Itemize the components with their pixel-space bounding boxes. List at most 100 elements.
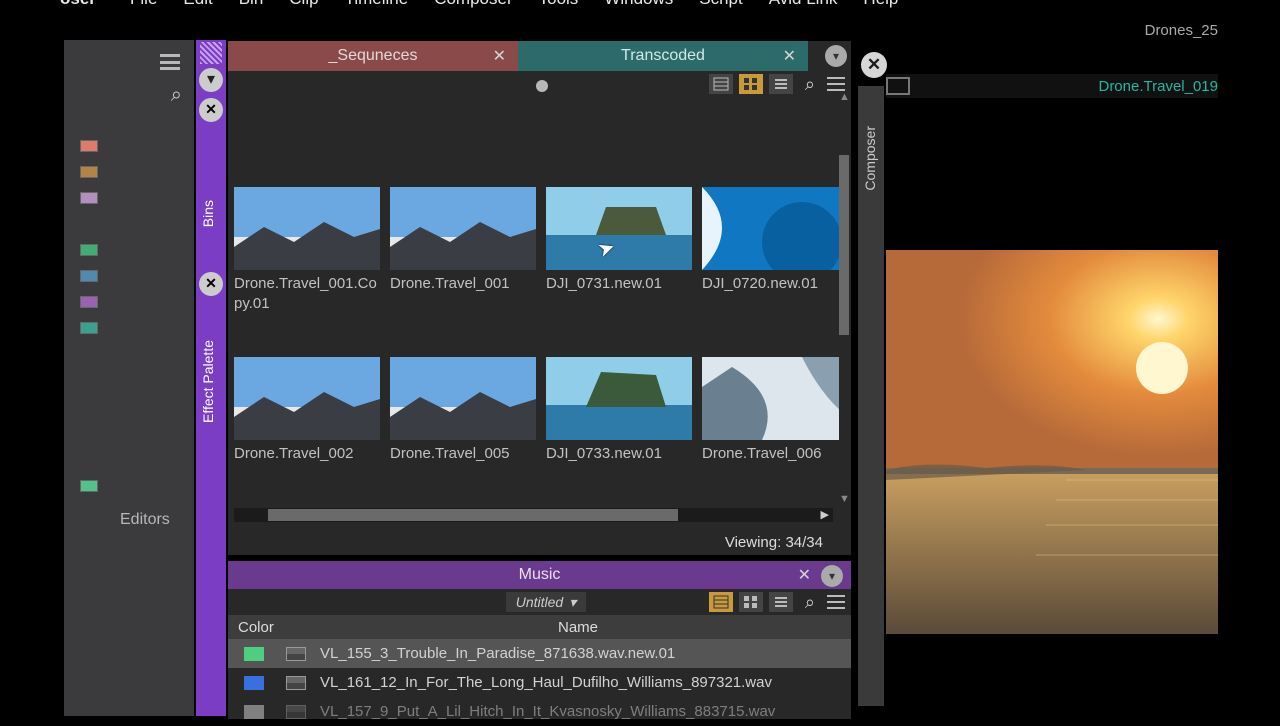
tab-label: _Sequneces	[329, 47, 418, 65]
viewer-header: Drone.Travel_019	[886, 74, 1218, 98]
viewer-clip-title[interactable]: Drone.Travel_019	[1098, 78, 1218, 95]
table-row[interactable]: VL_161_12_In_For_The_Long_Haul_Dufilho_W…	[228, 668, 851, 697]
search-icon[interactable]: ⌕	[171, 84, 182, 107]
color-swatch[interactable]	[244, 676, 264, 690]
hamburger-icon[interactable]	[827, 595, 845, 609]
menu-tools[interactable]: Tools	[539, 0, 579, 2]
menubar: oser File Edit Bin Clip Timeline Compose…	[0, 0, 1280, 14]
menu-windows[interactable]: Windows	[604, 0, 673, 2]
table-row[interactable]: VL_157_9_Put_A_Lil_Hitch_In_It_Kvasnosky…	[228, 697, 851, 726]
color-swatch[interactable]	[244, 705, 264, 719]
panel-title: Music	[519, 566, 561, 584]
chevron-down-icon[interactable]: ▾	[821, 565, 843, 587]
viewer-image	[886, 250, 1218, 634]
clip-label: Drone.Travel_006	[702, 440, 839, 464]
color-swatch[interactable]	[80, 270, 98, 282]
audio-clip-icon	[286, 676, 306, 690]
clip-item[interactable]: Drone.Travel_001.Copy.01	[234, 187, 384, 314]
scroll-down-icon[interactable]: ▼	[839, 493, 850, 505]
clip-item[interactable]: DJI_0733.new.01	[546, 357, 696, 464]
color-swatch[interactable]	[80, 192, 98, 204]
clip-label: DJI_0733.new.01	[546, 440, 696, 464]
music-title-bar[interactable]: Music ✕ ▾	[228, 561, 851, 589]
menu-file[interactable]: File	[130, 0, 157, 2]
clip-label: Drone.Travel_001.Copy.01	[234, 270, 384, 314]
clip-name: VL_161_12_In_For_The_Long_Haul_Dufilho_W…	[320, 674, 772, 691]
audio-clip-icon	[286, 647, 306, 661]
clip-label: Drone.Travel_001	[390, 270, 540, 294]
clip-item[interactable]: Drone.Travel_001	[390, 187, 540, 294]
scroll-up-icon[interactable]: ▲	[839, 91, 850, 103]
color-swatch[interactable]	[244, 647, 264, 661]
chevron-down-icon[interactable]: ▾	[825, 45, 847, 67]
hamburger-icon[interactable]	[827, 77, 845, 91]
dropdown-button[interactable]: ▾	[199, 68, 223, 92]
clip-item[interactable]: Drone.Travel_005	[390, 357, 540, 464]
bin-toolbar: ⌕	[228, 71, 851, 97]
color-swatch[interactable]	[80, 480, 98, 492]
clip-name: VL_157_9_Put_A_Lil_Hitch_In_It_Kvasnosky…	[320, 703, 775, 720]
app-name: oser	[60, 0, 96, 2]
clip-item[interactable]: DJI_0720.new.01	[702, 187, 839, 294]
menu-timeline[interactable]: Timeline	[345, 0, 409, 2]
color-swatch[interactable]	[80, 296, 98, 308]
scrollbar-thumb[interactable]	[839, 155, 849, 335]
clip-label: Drone.Travel_005	[390, 440, 540, 464]
view-text-button[interactable]	[709, 592, 733, 612]
search-icon[interactable]: ⌕	[799, 74, 821, 95]
clip-name: VL_155_3_Trouble_In_Paradise_871638.wav.…	[320, 645, 675, 662]
hamburger-icon[interactable]	[160, 54, 180, 70]
table-row[interactable]: VL_155_3_Trouble_In_Paradise_871638.wav.…	[228, 639, 851, 668]
menu-avidlink[interactable]: Avid Link	[769, 0, 838, 2]
view-frame-button[interactable]	[739, 74, 763, 94]
clip-label: DJI_0720.new.01	[702, 270, 839, 294]
close-icon[interactable]: ✕	[199, 272, 223, 296]
menu-clip[interactable]: Clip	[289, 0, 318, 2]
composer-label: Composer	[862, 126, 878, 191]
view-frame-button[interactable]	[739, 592, 763, 612]
menu-help[interactable]: Help	[863, 0, 898, 2]
close-icon[interactable]: ✕	[798, 565, 811, 585]
menu-script[interactable]: Script	[699, 0, 742, 2]
music-panel: Music ✕ ▾ Untitled▾ ⌕ Color Name VL_155_…	[227, 560, 852, 720]
color-swatch[interactable]	[80, 166, 98, 178]
clip-item[interactable]: Drone.Travel_002	[234, 357, 384, 464]
menu-composer[interactable]: Composer	[434, 0, 512, 2]
menu-bin[interactable]: Bin	[239, 0, 264, 2]
horizontal-scrollbar[interactable]	[234, 508, 833, 522]
header-color[interactable]: Color	[238, 619, 274, 636]
scroll-right-icon[interactable]: ▶	[821, 508, 829, 521]
effect-palette-label: Effect Palette	[200, 340, 216, 423]
color-swatch[interactable]	[80, 322, 98, 334]
composer-gutter: Composer	[858, 86, 884, 706]
thumb-size-slider[interactable]	[536, 80, 548, 92]
tab-transcoded[interactable]: Transcoded ✕	[518, 41, 808, 71]
bin-panel: _Sequneces ✕ Transcoded ✕ ▾ ⌕ DJI_0720.n…	[227, 40, 852, 556]
clip-item[interactable]: DJI_0731.new.01	[546, 187, 696, 294]
close-icon[interactable]: ✕	[783, 46, 796, 66]
panel-close-icon[interactable]: ✕	[861, 52, 887, 78]
tab-label: Transcoded	[621, 47, 705, 65]
bin-view-dropdown[interactable]: Untitled▾	[506, 592, 586, 612]
scrollbar-thumb[interactable]	[268, 509, 678, 521]
menu-edit[interactable]: Edit	[183, 0, 212, 2]
status-text: Viewing: 34/34	[725, 534, 823, 551]
close-icon[interactable]: ✕	[199, 98, 223, 122]
bins-gutter: ▾ ✕ Bins ✕ Effect Palette	[196, 40, 226, 716]
tab-sequences[interactable]: _Sequneces ✕	[228, 41, 518, 71]
column-headers: Color Name	[228, 615, 851, 639]
color-swatch[interactable]	[80, 140, 98, 152]
view-script-button[interactable]	[769, 592, 793, 612]
view-script-button[interactable]	[769, 74, 793, 94]
clip-item[interactable]: Drone.Travel_006	[702, 357, 839, 464]
search-icon[interactable]: ⌕	[799, 592, 821, 613]
grip-icon[interactable]	[200, 42, 222, 64]
close-icon[interactable]: ✕	[493, 46, 506, 66]
clip-label: DJI_0731.new.01	[546, 270, 696, 294]
project-title: Drones_25	[1145, 22, 1218, 39]
header-name[interactable]: Name	[558, 619, 598, 636]
vertical-scrollbar[interactable]: ▲ ▼	[839, 97, 849, 499]
view-text-button[interactable]	[709, 74, 733, 94]
color-swatch[interactable]	[80, 244, 98, 256]
tabs: _Sequneces ✕ Transcoded ✕ ▾	[228, 41, 851, 71]
